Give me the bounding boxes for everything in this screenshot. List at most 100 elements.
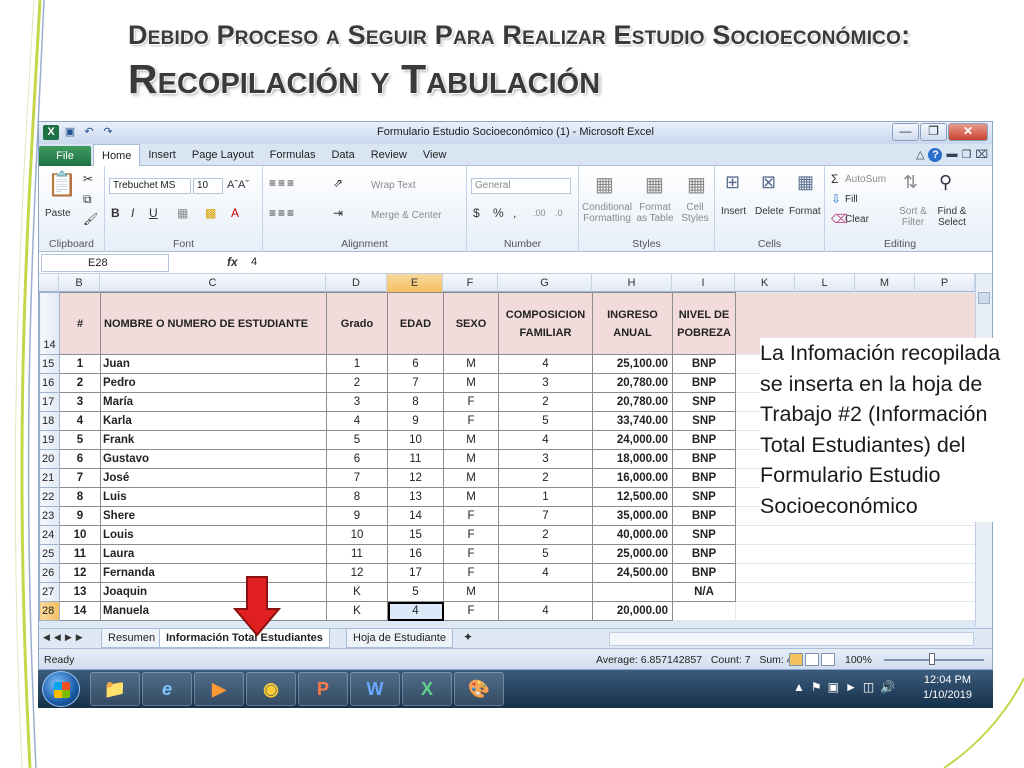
poverty-level-cell[interactable]: BNP [672,544,736,564]
page-layout-view-icon[interactable] [805,653,819,666]
tab-insert[interactable]: Insert [140,144,184,166]
student-number-cell[interactable]: 7 [59,468,101,488]
student-name-cell[interactable]: Luis [100,487,327,507]
doc-restore-icon[interactable]: ❐ [961,148,971,162]
annual-income-cell[interactable]: 40,000.00 [592,525,673,545]
column-header-e[interactable]: E [387,274,443,292]
student-name-cell[interactable]: Laura [100,544,327,564]
decrease-decimal-icon[interactable]: .0 [555,208,563,218]
tab-page-layout[interactable]: Page Layout [184,144,262,166]
bold-icon[interactable]: B [111,206,120,220]
conditional-formatting-icon[interactable]: ▦ [595,172,614,197]
annual-income-cell[interactable]: 18,000.00 [592,449,673,469]
family-composition-cell[interactable] [498,582,593,602]
paint-icon[interactable]: 🎨 [454,672,504,706]
student-age-cell[interactable]: 8 [387,392,444,412]
poverty-level-cell[interactable] [672,601,736,621]
student-age-cell[interactable]: 6 [387,354,444,374]
chrome-icon[interactable]: ◉ [246,672,296,706]
function-icon[interactable]: fx [227,255,238,269]
student-name-cell[interactable]: Gustavo [100,449,327,469]
student-sex-cell[interactable]: M [443,468,499,488]
header-age[interactable]: EDAD [387,292,444,355]
student-grade-cell[interactable]: K [326,601,388,621]
student-number-cell[interactable]: 2 [59,373,101,393]
align-top-icon[interactable]: ≡≡≡ [269,176,296,190]
format-button[interactable]: Format [789,206,821,217]
normal-view-icon[interactable] [789,653,803,666]
copy-icon[interactable]: ⧉ [83,192,92,207]
insert-sheet-icon[interactable]: ✦ [463,630,473,644]
row-header[interactable]: 14 [39,292,60,355]
paste-icon[interactable]: 📋 [47,170,77,199]
student-sex-cell[interactable]: F [443,544,499,564]
delete-cells-icon[interactable]: ⊠ [761,172,776,193]
student-age-cell[interactable]: 9 [387,411,444,431]
student-number-cell[interactable]: 11 [59,544,101,564]
annual-income-cell[interactable]: 12,500.00 [592,487,673,507]
cut-icon[interactable]: ✂ [83,172,93,186]
tab-formulas[interactable]: Formulas [262,144,324,166]
word-icon[interactable]: W [350,672,400,706]
student-name-cell[interactable]: Joaquin [100,582,327,602]
student-name-cell[interactable]: María [100,392,327,412]
merge-center-button[interactable]: Merge & Center [371,210,442,221]
student-sex-cell[interactable]: F [443,392,499,412]
fill-button[interactable]: Fill [845,194,858,205]
row-header[interactable]: 28 [39,601,60,621]
poverty-level-cell[interactable]: SNP [672,487,736,507]
row-header[interactable]: 26 [39,563,60,583]
student-grade-cell[interactable]: 9 [326,506,388,526]
student-sex-cell[interactable]: F [443,506,499,526]
poverty-level-cell[interactable]: BNP [672,373,736,393]
font-name-select[interactable]: Trebuchet MS [109,178,191,194]
student-number-cell[interactable]: 13 [59,582,101,602]
header-annual-income[interactable]: INGRESO ANUAL [592,292,673,355]
annual-income-cell[interactable]: 24,500.00 [592,563,673,583]
row-header[interactable]: 25 [39,544,60,564]
column-header-f[interactable]: F [443,274,498,292]
explorer-icon[interactable]: 📁 [90,672,140,706]
header-family-composition[interactable]: COMPOSICION FAMILIAR [498,292,593,355]
family-composition-cell[interactable]: 2 [498,468,593,488]
student-number-cell[interactable]: 9 [59,506,101,526]
student-name-cell[interactable]: Juan [100,354,327,374]
poverty-level-cell[interactable]: N/A [672,582,736,602]
scrollbar-thumb[interactable] [978,292,990,304]
family-composition-cell[interactable]: 7 [498,506,593,526]
empty-cell[interactable] [735,525,976,545]
student-age-cell[interactable]: 17 [387,563,444,583]
format-as-table-button[interactable]: Format as Table [633,202,677,224]
student-grade-cell[interactable]: 3 [326,392,388,412]
select-all-corner[interactable] [39,274,59,292]
orientation-icon[interactable]: ⇗ [333,176,343,190]
student-name-cell[interactable]: Manuela [100,601,327,621]
header-poverty-level[interactable]: NIVEL DE POBREZA [672,292,736,355]
cell-styles-icon[interactable]: ▦ [687,172,706,197]
row-header[interactable]: 15 [39,354,60,374]
autosum-icon[interactable]: Σ [831,172,838,186]
student-sex-cell[interactable]: M [443,582,499,602]
collapse-ribbon-icon[interactable]: △ [916,148,924,162]
header-number[interactable]: # [59,292,101,355]
student-name-cell[interactable]: José [100,468,327,488]
student-name-cell[interactable]: Pedro [100,373,327,393]
student-number-cell[interactable]: 4 [59,411,101,431]
poverty-level-cell[interactable]: SNP [672,392,736,412]
row-header[interactable]: 17 [39,392,60,412]
row-header[interactable]: 18 [39,411,60,431]
comma-icon[interactable]: , [513,206,516,220]
student-sex-cell[interactable]: F [443,525,499,545]
wrap-text-button[interactable]: Wrap Text [371,180,416,191]
row-header[interactable]: 27 [39,582,60,602]
column-header-c[interactable]: C [100,274,326,292]
sort-filter-button[interactable]: Sort & Filter [895,206,931,228]
number-format-select[interactable]: General [471,178,571,194]
tab-review[interactable]: Review [363,144,415,166]
header-grade[interactable]: Grado [326,292,388,355]
grow-font-icon[interactable]: AˆAˇ [227,179,249,191]
column-header-p[interactable]: P [915,274,975,292]
student-sex-cell[interactable]: M [443,487,499,507]
help-icon[interactable]: ? [928,148,943,162]
student-age-cell[interactable]: 13 [387,487,444,507]
